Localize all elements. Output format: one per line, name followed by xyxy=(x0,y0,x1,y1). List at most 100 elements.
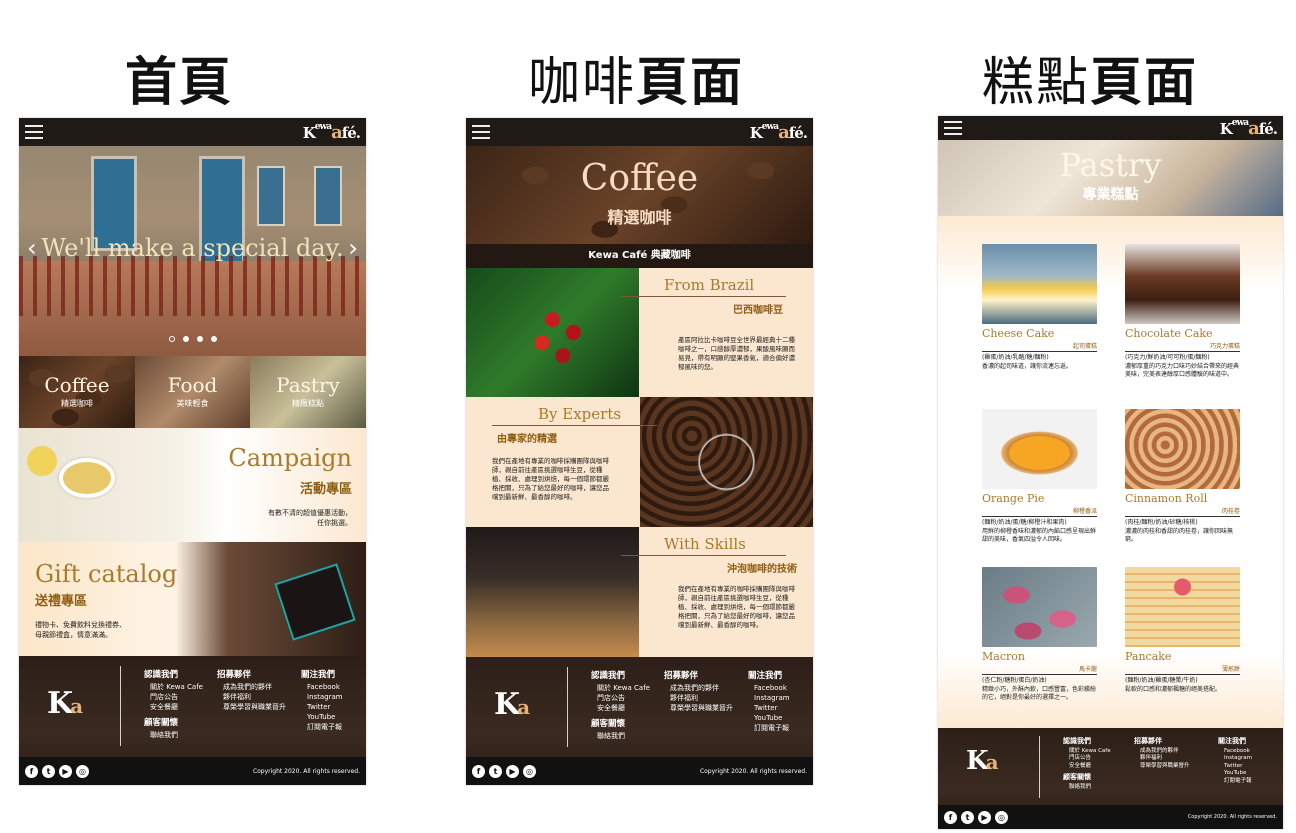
section-text: 我們在產地有專業的咖啡採購團隊與咖啡師，親自前往產區挑選咖啡生豆，從種植、採收、… xyxy=(492,457,609,501)
footer-link[interactable]: 關於 Kewa Cafe xyxy=(144,682,203,692)
slider-dot[interactable] xyxy=(210,336,217,342)
footer-col-careers: 招募夥伴 成為我們的夥伴 夥伴福利 尊榮學習與職業晉升 xyxy=(1134,737,1190,771)
section-text: 產區阿拉比卡咖啡豆全世界最經典十二種咖啡之一，口感醇厚濃郁，果酸風味顯而易見，帶… xyxy=(678,336,795,371)
footer-link[interactable]: Facebook xyxy=(301,682,343,692)
footer-link[interactable]: Facebook xyxy=(1218,748,1252,756)
brand-logo[interactable]: Kewaafé. xyxy=(750,122,808,143)
twitter-icon[interactable]: t xyxy=(489,764,502,778)
slider-dot[interactable] xyxy=(168,336,175,342)
facebook-icon[interactable]: f xyxy=(944,810,957,824)
pastry-card[interactable]: Macron 馬卡龍 (杏仁粉/糖粉/蛋白/奶油) 精緻小巧，外酥內軟，口感豐富，… xyxy=(982,567,1097,703)
instagram-icon[interactable]: ◎ xyxy=(995,810,1008,824)
slider-dot[interactable] xyxy=(196,336,203,342)
footer-col-about: 認識我們 關於 Kewa Cafe 門店公告 安全餐廳 顧客關懷 聯絡我們 xyxy=(1063,737,1111,792)
footer-link[interactable]: 關於 Kewa Cafe xyxy=(591,683,650,693)
slider-next-button[interactable]: › xyxy=(348,234,358,262)
footer-link[interactable]: 夥伴福利 xyxy=(664,693,733,703)
coffee-hero: Coffee 精選咖啡 xyxy=(466,146,813,244)
tile-food[interactable]: Food 美味輕食 xyxy=(135,356,250,428)
footer-link[interactable]: 安全餐廳 xyxy=(591,703,650,713)
facebook-icon[interactable]: f xyxy=(25,764,38,778)
page-title: Coffee xyxy=(580,158,699,199)
footer-link[interactable]: Twitter xyxy=(301,702,343,712)
footer-logo: Ka xyxy=(966,746,999,776)
footer-link[interactable]: 聯絡我們 xyxy=(144,730,203,740)
twitter-icon[interactable]: t xyxy=(42,764,55,778)
footer-bottom-bar: f t ▶ ◎ Copyright 2020. All rights reser… xyxy=(466,757,813,785)
footer-link[interactable]: 安全餐廳 xyxy=(144,702,203,712)
coffee-pour-image xyxy=(466,527,639,657)
footer-link[interactable]: 夥伴福利 xyxy=(217,692,286,702)
footer-link[interactable]: 尊榮學習與職業晉升 xyxy=(664,703,733,713)
pastry-card[interactable]: Orange Pie 柳橙香派 (麵粉/奶油/蛋/糖/柳橙汁和果肉) 用鮮的柳橙香… xyxy=(982,409,1097,545)
gift-catalog-banner[interactable]: Gift catalog 送禮專區 禮物卡、免費飲料兌換禮券、 母親節禮盒，情意滿… xyxy=(19,542,366,656)
macron-image xyxy=(982,567,1097,647)
gift-title: Gift catalog xyxy=(35,560,178,588)
footer-link[interactable]: 訂閱電子報 xyxy=(301,722,343,732)
footer-link[interactable]: 門店公告 xyxy=(1063,755,1111,763)
orange-pie-image xyxy=(982,409,1097,489)
footer-link[interactable]: 成為我們的夥伴 xyxy=(1134,748,1190,756)
page-subtitle: 專業糕點 xyxy=(1082,187,1139,203)
cinnamon-roll-image xyxy=(1125,409,1240,489)
footer-link[interactable]: Instagram xyxy=(301,692,343,702)
youtube-icon[interactable]: ▶ xyxy=(978,810,991,824)
site-footer: Ka 認識我們 關於 Kewa Cafe 門店公告 安全餐廳 顧客關懷 聯絡我們… xyxy=(466,657,813,785)
youtube-icon[interactable]: ▶ xyxy=(59,764,72,778)
footer-link[interactable]: Twitter xyxy=(748,703,790,713)
instagram-icon[interactable]: ◎ xyxy=(76,764,89,778)
section-by-experts: By Experts 由專家的精選 我們在產地有專業的咖啡採購團隊與咖啡師，親自… xyxy=(466,397,813,527)
footer-link[interactable]: 安全餐廳 xyxy=(1063,763,1111,771)
footer-link[interactable]: 尊榮學習與職業晉升 xyxy=(217,702,286,712)
footer-link[interactable]: Twitter xyxy=(1218,763,1252,771)
menu-icon[interactable] xyxy=(25,125,43,139)
footer-link[interactable]: 尊榮學習與職業晉升 xyxy=(1134,763,1190,771)
page-title: Pastry xyxy=(1059,146,1162,184)
footer-link[interactable]: YouTube xyxy=(301,712,343,722)
slider-dot[interactable] xyxy=(182,336,189,342)
footer-link[interactable]: 成為我們的夥伴 xyxy=(217,682,286,692)
brand-logo[interactable]: Kewaafé. xyxy=(303,122,361,143)
top-navbar: Kewaafé. xyxy=(19,118,366,146)
pastry-card[interactable]: Pancake 薄煎餅 (麵粉/奶油/雞蛋/糖漿/牛奶) 鬆軟的口感和濃郁楓糖的絕… xyxy=(1125,567,1240,694)
menu-icon[interactable] xyxy=(472,125,490,139)
pastry-card[interactable]: Cheese Cake 起司蛋糕 (雞蛋/奶油/乳酪/糖/麵粉) 香濃的起司味道，… xyxy=(982,244,1097,371)
tile-coffee[interactable]: Coffee 精選咖啡 xyxy=(19,356,135,428)
brand-logo[interactable]: Kewaafé. xyxy=(1220,118,1278,139)
copyright: Copyright 2020. All rights reserved. xyxy=(252,767,360,775)
instagram-icon[interactable]: ◎ xyxy=(523,764,536,778)
copyright: Copyright 2020. All rights reserved. xyxy=(699,767,807,775)
category-tiles: Coffee 精選咖啡 Food 美味輕食 Pastry 精緻糕點 xyxy=(19,356,366,428)
gift-description: 禮物卡、免費飲料兌換禮券、 母親節禮盒，情意滿滿。 xyxy=(35,621,126,639)
section-from-brazil: From Brazil 巴西咖啡豆 產區阿拉比卡咖啡豆全世界最經典十二種咖啡之一… xyxy=(466,268,813,397)
footer-link[interactable]: 聯絡我們 xyxy=(1063,784,1111,792)
pastry-card[interactable]: Chocolate Cake 巧克力蛋糕 (巧克力/鮮奶油/可可粉/蛋/麵粉) 濃… xyxy=(1125,244,1240,380)
twitter-icon[interactable]: t xyxy=(961,810,974,824)
menu-icon[interactable] xyxy=(944,121,962,135)
slider-dots xyxy=(19,327,366,346)
footer-link[interactable]: 訂閱電子報 xyxy=(748,723,790,733)
pastry-grid: Cheese Cake 起司蛋糕 (雞蛋/奶油/乳酪/糖/麵粉) 香濃的起司味道，… xyxy=(938,216,1283,728)
footer-link[interactable]: 門店公告 xyxy=(591,693,650,703)
top-navbar: Kewaafé. xyxy=(938,116,1283,140)
footer-link[interactable]: 關於 Kewa Cafe xyxy=(1063,748,1111,756)
footer-link[interactable]: 訂閱電子報 xyxy=(1218,778,1252,786)
footer-link[interactable]: YouTube xyxy=(748,713,790,723)
footer-link[interactable]: 聯絡我們 xyxy=(591,731,650,741)
footer-link[interactable]: YouTube xyxy=(1218,770,1252,778)
coffee-beans-image xyxy=(640,397,813,527)
youtube-icon[interactable]: ▶ xyxy=(506,764,519,778)
facebook-icon[interactable]: f xyxy=(472,764,485,778)
footer-link[interactable]: 門店公告 xyxy=(144,692,203,702)
copyright: Copyright 2020. All rights reserved. xyxy=(1187,814,1277,820)
footer-link[interactable]: Instagram xyxy=(1218,755,1252,763)
footer-link[interactable]: 成為我們的夥伴 xyxy=(664,683,733,693)
footer-link[interactable]: Instagram xyxy=(748,693,790,703)
pastry-card[interactable]: Cinnamon Roll 肉桂卷 (肉桂/麵粉/奶油/砂糖/核桃) 濃濃的肉桂和… xyxy=(1125,409,1240,545)
tile-pastry[interactable]: Pastry 精緻糕點 xyxy=(250,356,366,428)
page-subtitle: 精選咖啡 xyxy=(607,208,672,227)
footer-link[interactable]: Facebook xyxy=(748,683,790,693)
footer-col-follow: 關注我們 Facebook Instagram Twitter YouTube … xyxy=(748,671,790,733)
campaign-banner[interactable]: Campaign 活動專區 有數不清的超值優惠活動， 任你挑選。 xyxy=(19,428,366,542)
footer-link[interactable]: 夥伴福利 xyxy=(1134,755,1190,763)
